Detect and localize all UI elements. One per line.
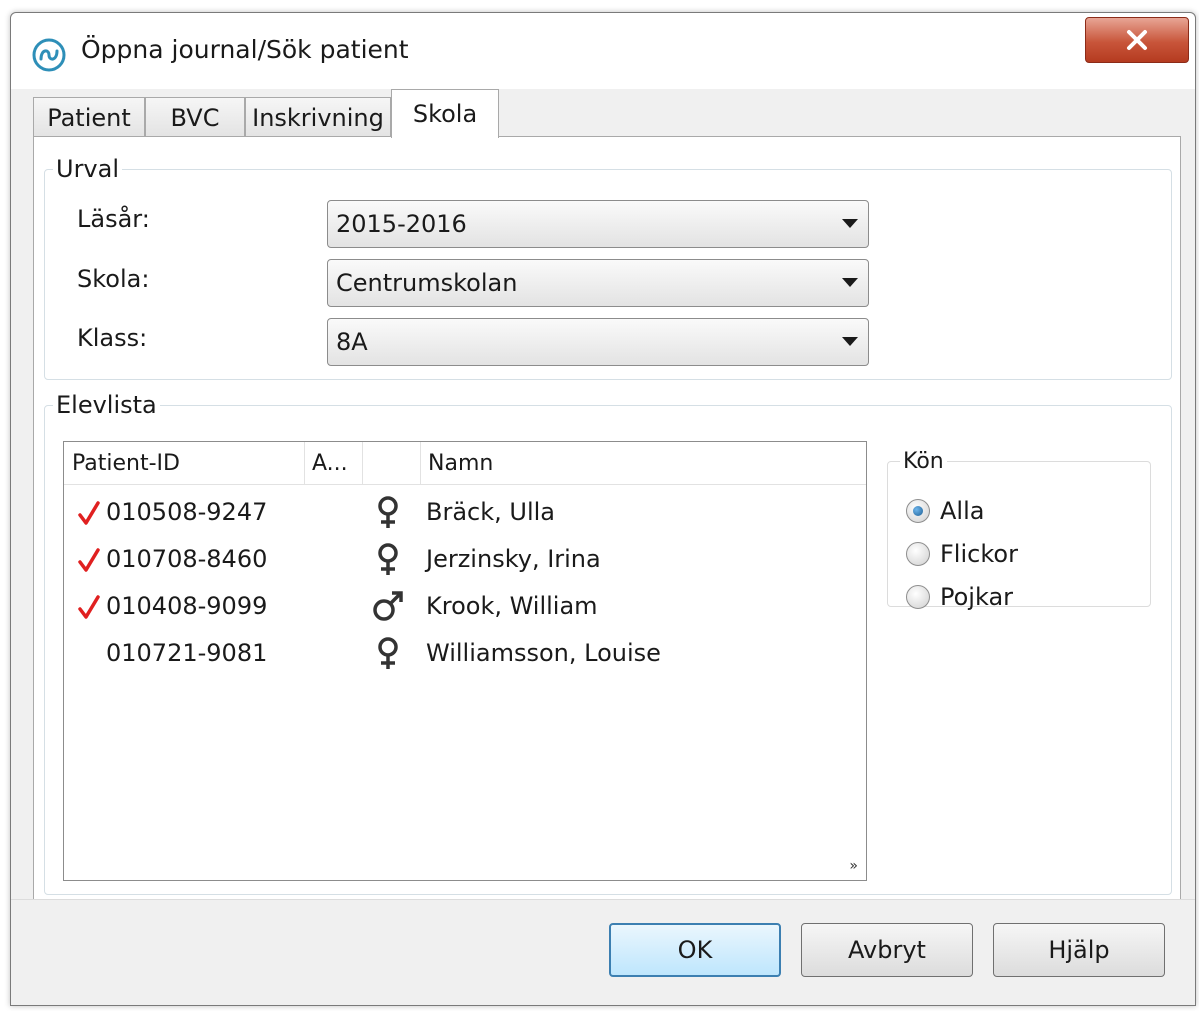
name-cell: Jerzinsky, Irina: [426, 545, 601, 573]
list-header: Patient-ID A... Namn: [64, 442, 866, 485]
klass-label: Klass:: [77, 324, 148, 352]
tab-skola[interactable]: Skola: [391, 89, 499, 138]
ok-button[interactable]: OK: [609, 923, 781, 977]
cancel-button[interactable]: Avbryt: [801, 923, 973, 977]
elevlista-legend: Elevlista: [56, 391, 157, 419]
close-button[interactable]: [1085, 17, 1189, 63]
skola-select[interactable]: Centrumskolan: [327, 259, 869, 307]
chevron-down-icon: [842, 278, 858, 287]
chevron-down-icon: [842, 219, 858, 228]
checkmark-icon: [78, 500, 100, 526]
student-list[interactable]: Patient-ID A... Namn 010508-9247 Bräck, U…: [63, 441, 867, 881]
lasar-value: 2015-2016: [336, 210, 467, 238]
checkmark-icon: [78, 547, 100, 573]
kon-group: Kön Alla Flickor Pojkar: [887, 449, 1151, 611]
table-row[interactable]: 010508-9247 Bräck, Ulla: [64, 492, 866, 538]
radio-alla[interactable]: Alla: [906, 494, 984, 528]
column-header-sex[interactable]: [362, 442, 420, 484]
radio-flickor[interactable]: Flickor: [906, 537, 1018, 571]
name-cell: Williamsson, Louise: [426, 639, 661, 667]
tab-panel-skola: Urval Läsår: 2015-2016 Skola: Centrumsko…: [33, 136, 1181, 900]
skola-value: Centrumskolan: [336, 269, 518, 297]
tab-patient[interactable]: Patient: [33, 97, 145, 137]
radio-button[interactable]: [906, 585, 930, 609]
app-logo-icon: [32, 38, 66, 72]
female-icon: [368, 633, 408, 673]
window-title: Öppna journal/Sök patient: [81, 35, 409, 64]
dialog-window: Öppna journal/Sök patient Patient BVC In…: [10, 12, 1196, 1006]
male-icon: [368, 586, 408, 626]
radio-label-pojkar: Pojkar: [940, 583, 1014, 611]
column-header-namn[interactable]: Namn: [420, 442, 860, 484]
tab-inskrivning[interactable]: Inskrivning: [245, 97, 391, 137]
footer-divider: [11, 899, 1195, 900]
kon-legend: Kön: [903, 449, 944, 474]
checkmark-icon: [78, 594, 100, 620]
radio-pojkar[interactable]: Pojkar: [906, 580, 1013, 614]
help-button[interactable]: Hjälp: [993, 923, 1165, 977]
radio-button[interactable]: [906, 542, 930, 566]
urval-legend: Urval: [56, 155, 120, 183]
lasar-select[interactable]: 2015-2016: [327, 200, 869, 248]
table-row[interactable]: 010708-8460 Jerzinsky, Irina: [64, 539, 866, 585]
klass-select[interactable]: 8A: [327, 318, 869, 366]
collapse-icon[interactable]: »: [849, 858, 858, 874]
column-header-a[interactable]: A...: [304, 442, 362, 484]
table-row[interactable]: 010408-9099 Krook, William: [64, 586, 866, 632]
radio-label-flickor: Flickor: [940, 540, 1018, 568]
radio-label-alla: Alla: [940, 497, 985, 525]
elevlista-group: Elevlista Patient-ID A... Namn 010508-92…: [44, 391, 1172, 895]
female-icon: [368, 492, 408, 532]
female-icon: [368, 539, 408, 579]
urval-group: Urval Läsår: 2015-2016 Skola: Centrumsko…: [44, 155, 1172, 380]
klass-value: 8A: [336, 328, 368, 356]
column-header-patient-id[interactable]: Patient-ID: [64, 442, 304, 484]
patient-id-cell: 010708-8460: [106, 545, 268, 573]
patient-id-cell: 010721-9081: [106, 639, 268, 667]
patient-id-cell: 010408-9099: [106, 592, 268, 620]
table-row[interactable]: 010721-9081 Williamsson, Louise: [64, 633, 866, 679]
close-icon: [1127, 30, 1147, 50]
name-cell: Krook, William: [426, 592, 598, 620]
name-cell: Bräck, Ulla: [426, 498, 555, 526]
tab-bvc[interactable]: BVC: [145, 97, 245, 137]
lasar-label: Läsår:: [77, 205, 150, 233]
patient-id-cell: 010508-9247: [106, 498, 268, 526]
radio-button[interactable]: [906, 499, 930, 523]
chevron-down-icon: [842, 337, 858, 346]
skola-label: Skola:: [77, 265, 150, 293]
title-bar: Öppna journal/Sök patient: [11, 13, 1195, 89]
